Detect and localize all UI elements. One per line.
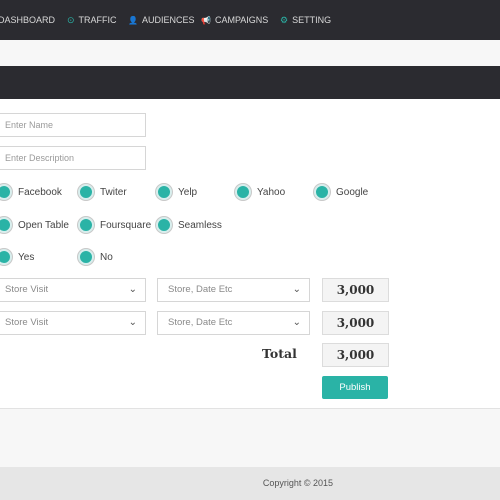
radio-google[interactable]: Google xyxy=(314,183,368,201)
radio-label: Foursquare xyxy=(100,219,152,231)
radio-dot xyxy=(235,184,251,200)
radio-dot xyxy=(78,184,94,200)
radio-no[interactable]: No xyxy=(78,248,113,266)
user-icon: 👤 xyxy=(128,16,138,25)
description-input[interactable] xyxy=(0,146,146,170)
radio-yes[interactable]: Yes xyxy=(0,248,34,266)
radio-twiter[interactable]: Twiter xyxy=(78,183,127,201)
copyright-text: Copyright © 2015 xyxy=(262,478,333,488)
radio-label: Seamless xyxy=(178,219,222,231)
radio-dot xyxy=(78,249,94,265)
radio-dot xyxy=(0,217,12,233)
chevron-down-icon: ⌄ xyxy=(292,284,301,295)
card-header xyxy=(0,66,500,99)
nav-audiences-label: AUDIENCES xyxy=(141,15,195,25)
radio-open-table[interactable]: Open Table xyxy=(0,216,69,234)
clock-icon: ⊙ xyxy=(67,15,75,25)
radio-label: Twiter xyxy=(100,186,127,198)
radio-label: Yes xyxy=(18,251,35,263)
row-value: 3,000 xyxy=(322,311,389,335)
radio-dot xyxy=(0,249,12,265)
select-value: Store, Date Etc xyxy=(168,284,233,295)
select-value: Store, Date Etc xyxy=(168,317,233,328)
radio-dot xyxy=(0,184,12,200)
radio-seamless[interactable]: Seamless xyxy=(156,216,222,234)
radio-label: Yahoo xyxy=(257,186,286,198)
radio-label: Facebook xyxy=(18,186,62,198)
chevron-down-icon: ⌄ xyxy=(128,284,137,295)
chevron-down-icon: ⌄ xyxy=(128,317,137,328)
nav-campaigns-label: CAMPAIGNS xyxy=(214,15,269,25)
nav-item-campaigns[interactable]: 📢 CAMPAIGNS xyxy=(201,0,268,40)
top-nav: DASHBOARD ⊙ TRAFFIC 👤 AUDIENCES 📢 CAMPAIGNS… xyxy=(0,0,500,40)
nav-item-setting[interactable]: ⚙ SETTING xyxy=(280,0,331,40)
chevron-down-icon: ⌄ xyxy=(292,317,301,328)
radio-label: Open Table xyxy=(18,219,69,231)
select-value: Store Visit xyxy=(5,284,49,295)
gear-icon: ⚙ xyxy=(280,15,289,25)
nav-setting-label: SETTING xyxy=(292,15,332,25)
radio-dot xyxy=(156,184,172,200)
nav-traffic-label: TRAFFIC xyxy=(78,15,117,25)
radio-yahoo[interactable]: Yahoo xyxy=(235,183,285,201)
bullhorn-icon: 📢 xyxy=(201,16,211,25)
total-label: Total xyxy=(262,346,297,361)
footer: Copyright © 2015 xyxy=(0,467,500,500)
radio-dot xyxy=(314,184,330,200)
nav-item-dashboard[interactable]: DASHBOARD xyxy=(0,0,55,40)
radio-foursquare[interactable]: Foursquare xyxy=(78,216,151,234)
radio-label: Google xyxy=(336,186,369,198)
row-value: 3,000 xyxy=(322,278,389,302)
radio-facebook[interactable]: Facebook xyxy=(0,183,62,201)
visit-type-select[interactable]: Store Visit ⌄ xyxy=(0,278,146,302)
nav-dashboard-label: DASHBOARD xyxy=(0,15,56,25)
visit-type-select[interactable]: Store Visit ⌄ xyxy=(0,311,146,335)
radio-yelp[interactable]: Yelp xyxy=(156,183,197,201)
radio-label: No xyxy=(100,251,113,263)
total-value: 3,000 xyxy=(322,343,389,367)
filter-select[interactable]: Store, Date Etc ⌄ xyxy=(157,278,310,302)
radio-dot xyxy=(156,217,172,233)
radio-dot xyxy=(78,217,94,233)
select-value: Store Visit xyxy=(5,317,49,328)
nav-item-audiences[interactable]: 👤 AUDIENCES xyxy=(128,0,194,40)
name-input[interactable] xyxy=(0,113,146,137)
publish-button[interactable]: Publish xyxy=(322,376,388,399)
nav-item-traffic[interactable]: ⊙ TRAFFIC xyxy=(67,0,117,40)
radio-label: Yelp xyxy=(178,186,198,198)
filter-select[interactable]: Store, Date Etc ⌄ xyxy=(157,311,310,335)
